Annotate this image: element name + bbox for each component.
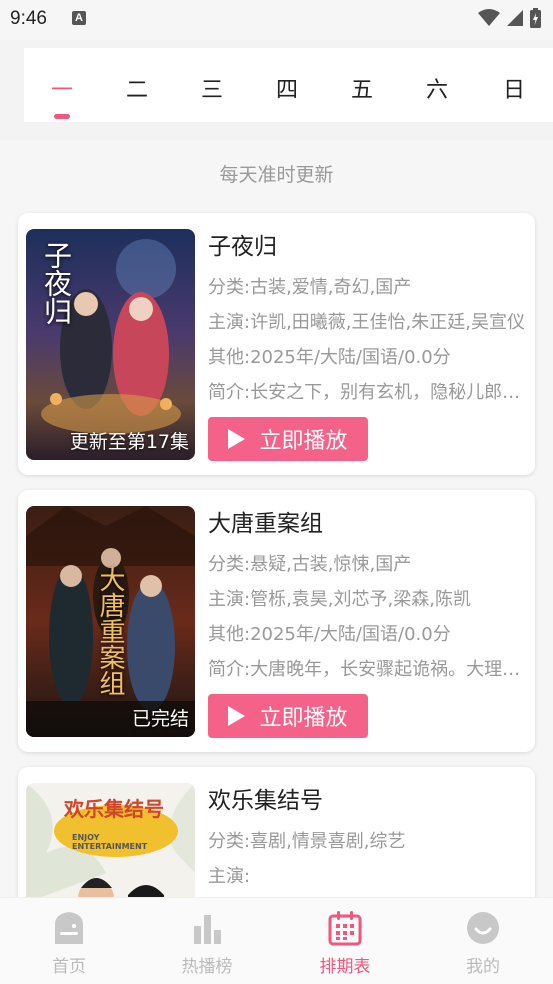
status-bar: 9:46 A bbox=[0, 0, 553, 40]
tab-monday[interactable]: 一 bbox=[42, 72, 82, 104]
weekday-tab-bar: 一 二 三 四 五 六 日 bbox=[0, 40, 553, 140]
calendar-icon bbox=[328, 911, 362, 946]
status-icons bbox=[478, 8, 541, 28]
tab-friday[interactable]: 五 bbox=[342, 72, 382, 104]
nav-schedule[interactable]: 排期表 bbox=[305, 910, 385, 977]
show-other: 其他:2025年/大陆/国语/0.0分 bbox=[208, 624, 451, 645]
home-icon bbox=[55, 912, 83, 944]
show-cast: 主演: bbox=[208, 866, 251, 887]
show-title[interactable]: 子夜归 bbox=[208, 229, 528, 265]
tab-tuesday[interactable]: 二 bbox=[117, 72, 157, 104]
play-icon bbox=[228, 706, 246, 726]
poster-title: 欢乐集结号 bbox=[64, 797, 164, 821]
chart-icon bbox=[194, 915, 221, 944]
play-button-label: 立即播放 bbox=[259, 706, 348, 731]
show-title[interactable]: 欢乐集结号 bbox=[208, 783, 528, 819]
show-genre: 分类:悬疑,古装,惊悚,国产 bbox=[208, 554, 412, 575]
play-now-button[interactable]: 立即播放 bbox=[208, 694, 368, 738]
tab-wednesday[interactable]: 三 bbox=[192, 72, 232, 104]
show-intro: 简介:长安之下，别有玄机，隐秘儿郎，夜夜归来 bbox=[208, 382, 528, 403]
show-card[interactable]: 子夜归 更新至第17集 子夜归 分类:古装,爱情,奇幻,国产 主演:许凯,田曦薇… bbox=[18, 213, 535, 475]
schedule-subtitle: 每天准时更新 bbox=[219, 164, 334, 186]
show-cast: 主演:管栎,袁昊,刘芯予,梁森,陈凯 bbox=[208, 589, 471, 610]
nav-label: 首页 bbox=[52, 957, 86, 977]
show-genre: 分类:喜剧,情景喜剧,综艺 bbox=[208, 831, 406, 852]
poster-title: 大唐重案组 bbox=[95, 566, 125, 696]
weekday-tabs: 一 二 三 四 五 六 日 bbox=[24, 48, 553, 122]
nav-profile[interactable]: 我的 bbox=[443, 910, 523, 977]
show-intro: 简介:大唐晚年，长安骤起诡祸。大理寺众人 bbox=[208, 659, 528, 680]
nav-label: 排期表 bbox=[319, 957, 371, 977]
show-info: 欢乐集结号 分类:喜剧,情景喜剧,综艺 主演: bbox=[208, 783, 528, 894]
notification-icon: A bbox=[72, 11, 86, 25]
tab-sunday[interactable]: 日 bbox=[494, 72, 534, 104]
play-now-button[interactable]: 立即播放 bbox=[208, 417, 368, 461]
show-genre: 分类:古装,爱情,奇幻,国产 bbox=[208, 277, 412, 298]
active-tab-indicator bbox=[54, 114, 70, 119]
show-title[interactable]: 大唐重案组 bbox=[208, 506, 528, 542]
episode-status: 更新至第17集 bbox=[69, 431, 189, 453]
profile-icon bbox=[467, 912, 499, 944]
poster-title: 子夜归 bbox=[40, 241, 73, 325]
wifi-icon bbox=[478, 9, 500, 26]
signal-icon bbox=[507, 10, 523, 26]
show-card[interactable]: 大唐重案组 已完结 大唐重案组 分类:悬疑,古装,惊悚,国产 主演:管栎,袁昊,… bbox=[18, 490, 535, 752]
show-info: 大唐重案组 分类:悬疑,古装,惊悚,国产 主演:管栎,袁昊,刘芯予,梁森,陈凯 … bbox=[208, 506, 528, 738]
battery-icon bbox=[530, 8, 541, 28]
play-button-label: 立即播放 bbox=[259, 429, 348, 454]
show-other: 其他:2025年/大陆/国语/0.0分 bbox=[208, 347, 451, 368]
tab-saturday[interactable]: 六 bbox=[417, 72, 457, 104]
show-poster[interactable]: 大唐重案组 已完结 bbox=[26, 506, 195, 737]
show-cast: 主演:许凯,田曦薇,王佳怡,朱正廷,吴宣仪 bbox=[208, 312, 525, 333]
show-info: 子夜归 分类:古装,爱情,奇幻,国产 主演:许凯,田曦薇,王佳怡,朱正廷,吴宣仪… bbox=[208, 229, 528, 461]
nav-hot-list[interactable]: 热播榜 bbox=[167, 910, 247, 977]
nav-home[interactable]: 首页 bbox=[29, 910, 109, 977]
bottom-navigation: 首页 热播榜 排期表 我的 bbox=[0, 897, 553, 984]
poster-subtitle: ENJOY ENTERTAINMENT bbox=[72, 833, 148, 851]
tab-thursday[interactable]: 四 bbox=[267, 72, 307, 104]
nav-label: 我的 bbox=[466, 957, 500, 977]
status-time: 9:46 bbox=[10, 8, 47, 29]
show-poster[interactable]: 子夜归 更新至第17集 bbox=[26, 229, 195, 460]
nav-label: 热播榜 bbox=[181, 957, 233, 977]
play-icon bbox=[228, 429, 246, 449]
episode-status: 已完结 bbox=[131, 708, 189, 730]
